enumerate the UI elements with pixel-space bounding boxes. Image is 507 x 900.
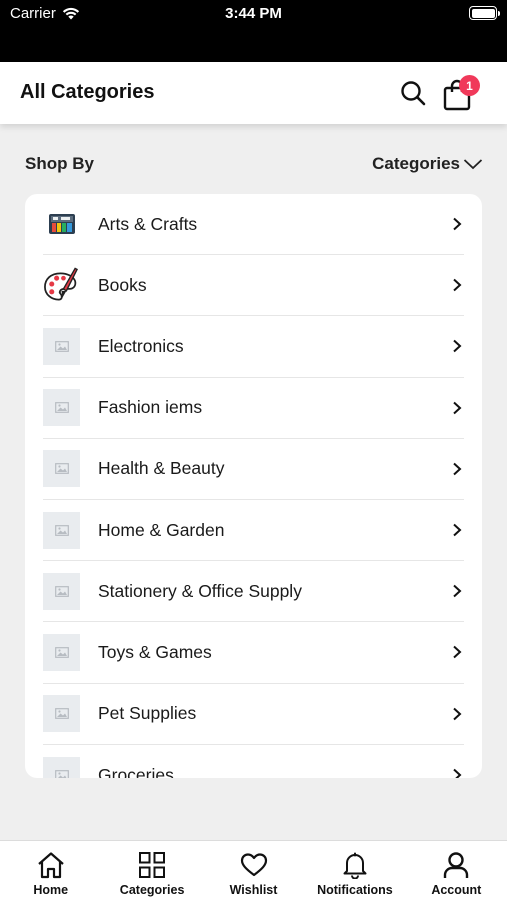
chevron-down-icon	[463, 159, 483, 170]
chevron-right-icon	[450, 645, 464, 659]
image-placeholder-icon	[43, 572, 80, 610]
shop-by-row: Shop By Categories	[0, 144, 507, 184]
image-placeholder-icon	[43, 633, 80, 671]
category-row-home-garden[interactable]: Home & Garden	[43, 500, 464, 562]
chevron-right-icon	[450, 768, 464, 778]
category-label: Groceries	[98, 764, 174, 778]
image-placeholder-icon	[43, 327, 80, 365]
category-row-electronics[interactable]: Electronics	[43, 316, 464, 378]
status-bar: Carrier 3:44 PM	[0, 0, 507, 62]
cart-count-badge: 1	[459, 75, 480, 96]
chevron-right-icon	[450, 278, 464, 292]
arts-crafts-image	[43, 206, 80, 243]
chevron-right-icon	[450, 462, 464, 476]
grid-icon	[137, 850, 167, 880]
image-placeholder-icon	[43, 511, 80, 549]
nav-home[interactable]: Home	[0, 841, 101, 900]
category-label: Pet Supplies	[98, 703, 197, 724]
app-header: All Categories 1	[0, 62, 507, 124]
bell-icon	[340, 850, 370, 880]
category-row-toys-games[interactable]: Toys & Games	[43, 622, 464, 684]
image-placeholder-icon	[43, 450, 80, 488]
dropdown-value: Categories	[372, 154, 460, 173]
search-button[interactable]	[398, 78, 428, 108]
nav-home-label: Home	[33, 883, 69, 897]
heart-icon	[239, 850, 269, 880]
category-row-arts-crafts[interactable]: Arts & Crafts	[43, 194, 464, 256]
category-label: Home & Garden	[98, 519, 225, 540]
category-label: Health & Beauty	[98, 458, 225, 479]
nav-wishlist-label: Wishlist	[229, 883, 278, 897]
category-row-fashion[interactable]: Fashion iems	[43, 378, 464, 439]
chevron-right-icon	[450, 707, 464, 721]
image-placeholder-icon	[43, 389, 80, 427]
category-label: Stationery & Office Supply	[98, 580, 302, 601]
nav-notifications-label: Notifications	[317, 883, 393, 897]
chevron-right-icon	[450, 523, 464, 537]
chevron-right-icon	[450, 217, 464, 231]
image-placeholder-icon	[43, 756, 80, 778]
home-icon	[36, 850, 66, 880]
category-row-pet-supplies[interactable]: Pet Supplies	[43, 684, 464, 745]
category-label: Electronics	[98, 335, 184, 356]
cart-button[interactable]: 1	[442, 75, 480, 111]
palette-brush-image	[43, 267, 80, 304]
chevron-right-icon	[450, 584, 464, 598]
image-placeholder-icon	[43, 695, 80, 733]
shop-by-label: Shop By	[25, 154, 94, 173]
nav-notifications[interactable]: Notifications	[304, 841, 405, 900]
category-label: Arts & Crafts	[98, 213, 198, 234]
category-label: Fashion iems	[98, 397, 203, 418]
chevron-right-icon	[450, 339, 464, 353]
category-label: Toys & Games	[98, 641, 212, 662]
category-row-books[interactable]: Books	[43, 255, 464, 317]
shop-by-dropdown[interactable]: Categories	[372, 154, 483, 174]
user-icon	[441, 850, 471, 880]
nav-categories[interactable]: Categories	[101, 841, 202, 900]
category-label: Books	[98, 274, 147, 295]
status-time: 3:44 PM	[225, 5, 282, 22]
nav-account[interactable]: Account	[406, 841, 507, 900]
category-list: Arts & Crafts Books Electronics Fashion …	[25, 194, 482, 778]
nav-categories-label: Categories	[119, 883, 185, 897]
category-row-groceries[interactable]: Groceries	[43, 745, 464, 778]
page-title: All Categories	[20, 81, 155, 103]
nav-wishlist[interactable]: Wishlist	[203, 841, 304, 900]
chevron-right-icon	[450, 401, 464, 415]
bottom-navigation: Home Categories Wishlist Notifications A…	[0, 840, 507, 900]
battery-icon	[469, 6, 500, 20]
search-icon	[401, 81, 426, 106]
category-row-stationery[interactable]: Stationery & Office Supply	[43, 561, 464, 623]
nav-account-label: Account	[431, 883, 482, 897]
category-row-health-beauty[interactable]: Health & Beauty	[43, 439, 464, 500]
